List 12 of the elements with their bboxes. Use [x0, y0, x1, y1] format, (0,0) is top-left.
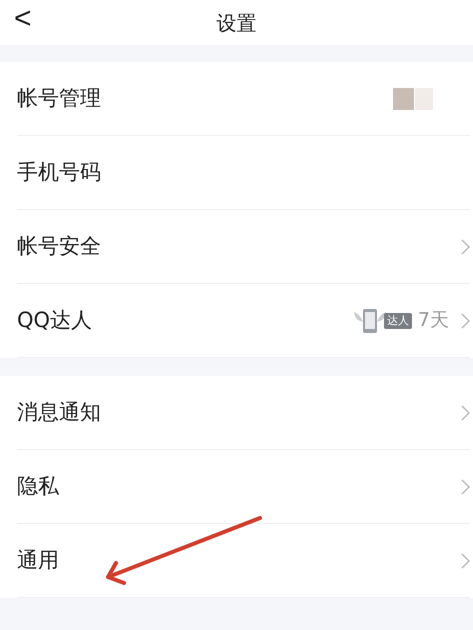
- row-label[interactable]: 帐号管理: [17, 82, 101, 114]
- back-button[interactable]: <: [14, 2, 32, 36]
- row-label[interactable]: 隐私: [17, 470, 59, 502]
- row-label[interactable]: 通用: [17, 544, 59, 576]
- row-label[interactable]: 消息通知: [17, 396, 101, 428]
- row-label[interactable]: 帐号安全: [17, 230, 101, 262]
- window-title: 设置: [216, 10, 256, 36]
- row-label[interactable]: 手机号码: [17, 156, 101, 188]
- avatar-thumbnail-icon: [393, 88, 433, 110]
- days-value: 7天: [418, 308, 449, 334]
- expert-badge: 达人: [384, 312, 412, 328]
- row-label[interactable]: QQ达人: [17, 304, 92, 336]
